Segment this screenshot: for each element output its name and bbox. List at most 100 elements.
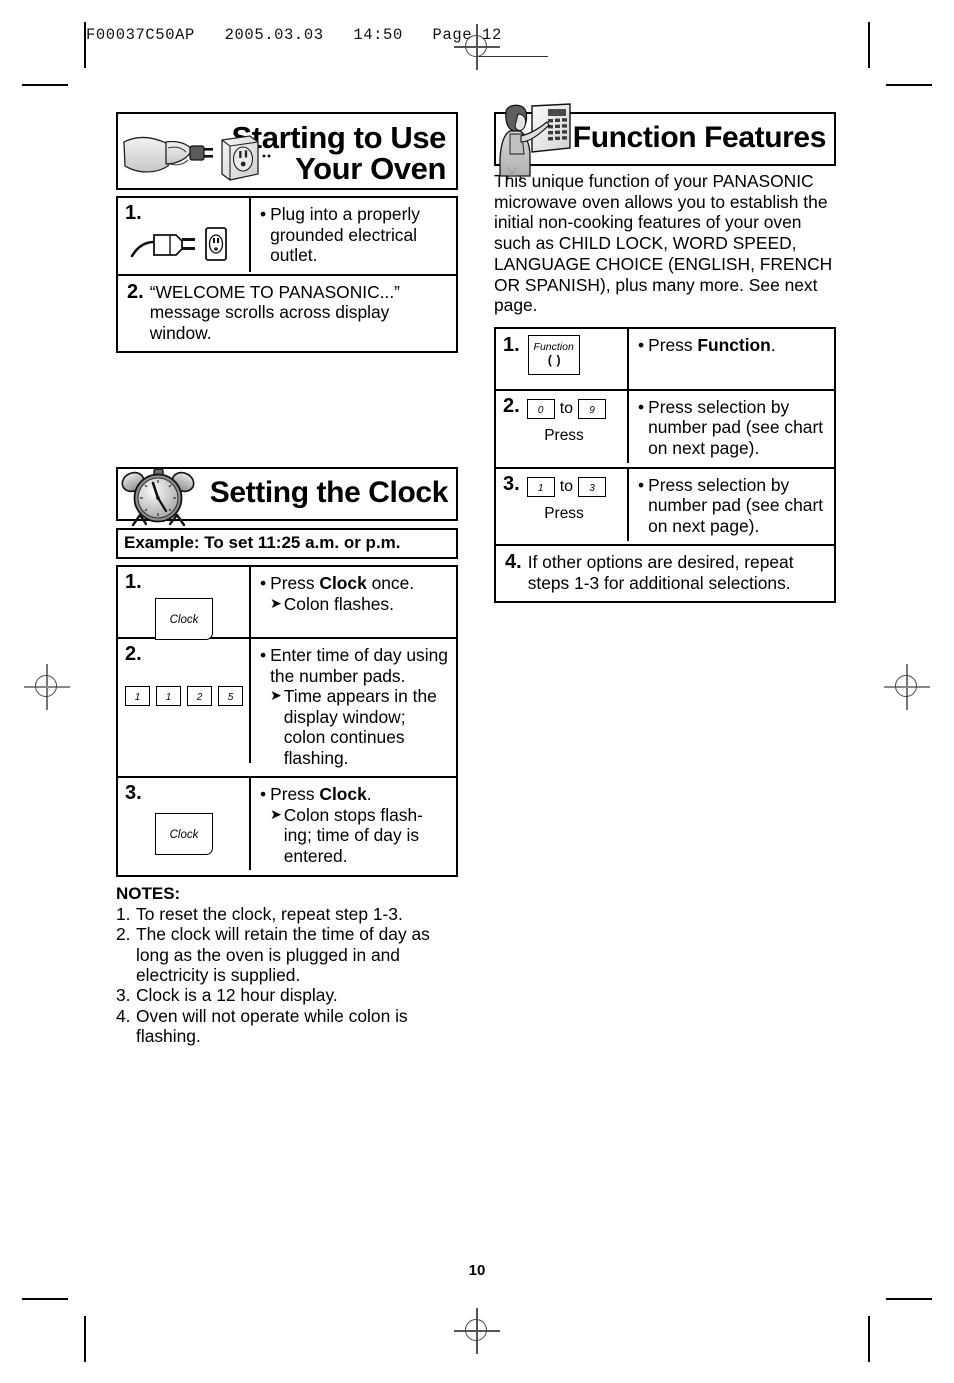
crop-mark-bottom-left-horizontal bbox=[22, 1298, 68, 1300]
number-key-5[interactable]: 5 bbox=[218, 686, 243, 707]
function-step-1-bullet: • bbox=[638, 334, 645, 355]
note-item-2: 2. The clock will retain the time of day… bbox=[116, 924, 458, 985]
clock-step-row-2: 2. 1 1 2 5 • Enter time of day using the… bbox=[118, 639, 456, 779]
crop-mark-bottom-right-vertical bbox=[868, 1316, 870, 1362]
clock-step-1-number: 1. bbox=[125, 571, 142, 594]
number-key-from-0[interactable]: 0 bbox=[526, 398, 555, 419]
woman-pressing-control-panel-icon bbox=[494, 102, 574, 181]
function-step-2-key-cell: 2. 0 to 9 Press bbox=[496, 390, 629, 463]
note-3-index: 3. bbox=[116, 985, 131, 1006]
clock-button[interactable]: Clock bbox=[155, 598, 213, 641]
clock-step-2-text-cell: • Enter time of day using the number pad… bbox=[251, 639, 456, 776]
step-2-number: 2. bbox=[127, 280, 144, 303]
clock-step-1-key-cell: 1. Clock bbox=[118, 567, 251, 641]
starting-steps-table: 1. • Plug into a properly grounded elect… bbox=[116, 196, 458, 354]
number-key-from-1[interactable]: 1 bbox=[526, 476, 555, 497]
function-step-2-bullet: • bbox=[638, 396, 645, 417]
clock-button-confirm[interactable]: Clock bbox=[155, 813, 213, 856]
function-step-row-4: 4. If other options are desired, repeat … bbox=[496, 546, 834, 601]
note-4-index: 4. bbox=[116, 1005, 131, 1026]
note-2-index: 2. bbox=[116, 924, 131, 945]
note-item-1: 1. To reset the clock, repeat step 1-3. bbox=[116, 904, 458, 924]
setting-the-clock-banner: Setting the Clock bbox=[116, 467, 458, 527]
note-item-4: 4. Oven will not operate while colon is … bbox=[116, 1006, 458, 1047]
clock-step-2-number: 2. bbox=[125, 643, 142, 666]
range-separator-3: to bbox=[559, 477, 574, 495]
function-step-3-text-cell: • Press selection by number pad (see cha… bbox=[629, 469, 834, 545]
starting-to-use-banner: Starting to Use Your Oven bbox=[116, 112, 458, 190]
clock-step-1-sub-arrow: ➤ bbox=[270, 594, 282, 611]
registration-mark-bottom bbox=[454, 1308, 500, 1354]
step-row-1: 1. • Plug into a properly grounded elect… bbox=[118, 198, 456, 276]
crop-mark-top-right-horizontal bbox=[886, 84, 932, 86]
number-key-1b[interactable]: 1 bbox=[156, 686, 181, 707]
step-1-key-cell: 1. bbox=[118, 198, 251, 272]
function-step-1-text-cell: • Press Function. bbox=[629, 329, 834, 389]
function-step-3-press-label: Press bbox=[544, 504, 584, 522]
registration-mark-right bbox=[884, 664, 930, 710]
crop-mark-bottom-left-vertical bbox=[84, 1316, 86, 1362]
notes-section: NOTES: 1. To reset the clock, repeat ste… bbox=[116, 884, 458, 1047]
crop-mark-top-left-horizontal bbox=[22, 84, 68, 86]
clock-step-1-sub-text: Colon flashes. bbox=[283, 593, 394, 614]
number-key-to-9[interactable]: 9 bbox=[578, 398, 607, 419]
plug-outlet-icon bbox=[128, 222, 240, 266]
notes-heading: NOTES: bbox=[116, 883, 181, 903]
note-4-text: Oven will not operate while colon is fla… bbox=[136, 1005, 408, 1047]
right-column: Function Features This unique function o… bbox=[494, 103, 836, 604]
number-key-to-3[interactable]: 3 bbox=[578, 476, 607, 497]
function-step-1-text: Press Function. bbox=[648, 334, 776, 355]
clock-step-3-text: Press Clock. bbox=[270, 784, 372, 805]
function-step-row-1: 1. Function ( ) • Press Function. bbox=[496, 328, 834, 391]
step-1-text: Plug into a properly grounded electrical… bbox=[270, 204, 420, 266]
range-separator-2: to bbox=[559, 399, 574, 417]
note-3-text: Clock is a 12 hour display. bbox=[136, 985, 338, 1006]
function-step-4-number: 4. bbox=[505, 551, 522, 574]
crop-mark-bottom-right-horizontal bbox=[886, 1298, 932, 1300]
clock-step-3-bullet: • bbox=[260, 784, 267, 805]
function-step-2-number: 2. bbox=[503, 394, 520, 417]
crop-mark-top-right-vertical bbox=[868, 22, 870, 68]
clock-step-1-text-cell: • Press Clock once. ➤ Colon flashes. bbox=[251, 567, 456, 637]
note-2-text: The clock will retain the time of day as… bbox=[136, 924, 430, 985]
manual-page: F00037C50AP 2005.03.03 14:50 Page 12 Sta… bbox=[0, 0, 954, 1383]
number-key-1a[interactable]: 1 bbox=[125, 686, 150, 707]
clock-step-2-text: Enter time of day using the number pads. bbox=[270, 645, 448, 686]
example-label: Example: To set 11:25 a.m. or p.m. bbox=[116, 528, 458, 560]
step-1-bullet: • bbox=[260, 204, 267, 224]
function-step-3-bullet: • bbox=[638, 474, 645, 495]
function-step-1-number: 1. bbox=[503, 333, 520, 356]
note-item-3: 3. Clock is a 12 hour display. bbox=[116, 985, 458, 1005]
clock-step-2-sub-arrow: ➤ bbox=[270, 687, 282, 704]
clock-step-row-1: 1. Clock • Press Clock once. ➤ Colon fla… bbox=[118, 567, 456, 641]
function-step-1-key-cell: 1. Function ( ) bbox=[496, 328, 629, 389]
step-1-text-cell: • Plug into a properly grounded electric… bbox=[251, 198, 456, 274]
clock-step-3-number: 3. bbox=[125, 782, 142, 805]
print-slug: F00037C50AP 2005.03.03 14:50 Page 12 bbox=[86, 26, 502, 44]
clock-step-3-sub-text: Colon stops flash-ing; time of day is en… bbox=[283, 804, 423, 866]
function-step-2-text: Press selection by number pad (see chart… bbox=[648, 396, 824, 458]
function-features-intro: This unique function of your PANASONIC m… bbox=[494, 171, 833, 316]
function-features-banner: Function Features bbox=[494, 103, 836, 181]
clock-step-3-sub-arrow: ➤ bbox=[270, 805, 282, 822]
left-column: Starting to Use Your Oven 1. • Plug into… bbox=[116, 112, 458, 1046]
clock-steps-table: 1. Clock • Press Clock once. ➤ Colon fla… bbox=[116, 565, 458, 877]
function-step-3-number: 3. bbox=[503, 472, 520, 495]
function-button-label: Function bbox=[533, 340, 574, 353]
function-step-4-text: If other options are desired, repeat ste… bbox=[527, 552, 794, 593]
clock-step-2-bullet: • bbox=[260, 645, 267, 666]
function-step-row-2: 2. 0 to 9 Press • Press selection by num… bbox=[496, 390, 834, 469]
clock-step-3-text-cell: • Press Clock. ➤ Colon stops flash-ing; … bbox=[251, 778, 456, 874]
number-key-2[interactable]: 2 bbox=[187, 686, 212, 707]
clock-step-row-3: 3. Clock • Press Clock. ➤ Colon stops fl… bbox=[118, 778, 456, 874]
function-step-row-3: 3. 1 to 3 Press • Press selection by num… bbox=[496, 468, 834, 547]
function-step-2-text-cell: • Press selection by number pad (see cha… bbox=[629, 391, 834, 467]
clock-step-2-sub-text: Time appears in the display window; colo… bbox=[283, 686, 437, 768]
clock-step-2-key-cell: 2. 1 1 2 5 bbox=[118, 639, 251, 764]
function-steps-table: 1. Function ( ) • Press Function. 2. 0 t… bbox=[494, 326, 836, 604]
function-button[interactable]: Function ( ) bbox=[527, 334, 580, 375]
function-step-3-key-cell: 3. 1 to 3 Press bbox=[496, 468, 629, 541]
step-2-text: “WELCOME TO PANASONIC...” message scroll… bbox=[149, 281, 400, 343]
clock-step-1-text: Press Clock once. bbox=[270, 573, 415, 594]
function-step-2-press-label: Press bbox=[544, 426, 584, 444]
